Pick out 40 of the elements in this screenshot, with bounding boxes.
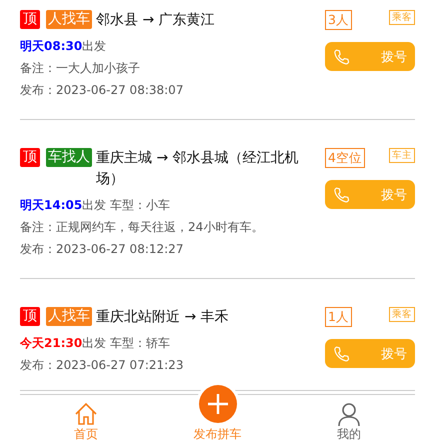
note-text: 备注：一大人加小孩子 — [20, 61, 140, 75]
seats-badge: 3人 — [325, 10, 352, 30]
role-badge: 乘客 — [389, 307, 415, 322]
seats-badge: 4空位 — [325, 148, 365, 168]
nav-tab[interactable]: 首页 — [20, 395, 152, 445]
depart-label: 出发 — [82, 336, 106, 350]
phone-icon — [333, 186, 350, 203]
type-tag: 人找车 — [46, 10, 92, 29]
depart-label: 出发 — [82, 39, 106, 53]
role-badge: 乘客 — [389, 10, 415, 25]
publish-button[interactable]: 发布拼车 — [152, 369, 284, 445]
type-tag: 车找人 — [46, 148, 92, 167]
pinned-badge: 顶 — [20, 10, 40, 29]
user-icon — [338, 402, 360, 426]
role-badge: 车主 — [389, 148, 415, 163]
nav-tab[interactable]: 我的 — [283, 395, 416, 445]
type-tag: 人找车 — [46, 307, 92, 326]
route-text: 重庆北站附近 → 丰禾 — [96, 308, 229, 327]
phone-icon — [333, 345, 350, 362]
departure-time: 明天08:30 — [20, 39, 82, 53]
route-text: 邻水县 → 广东黄江 — [96, 11, 215, 30]
dial-button[interactable]: 拨号 — [325, 339, 415, 368]
add-icon — [198, 385, 236, 423]
dial-button[interactable]: 拨号 — [325, 42, 415, 71]
phone-icon — [333, 48, 350, 65]
pinned-badge: 顶 — [20, 307, 40, 326]
seats-badge: 1人 — [325, 307, 352, 327]
pinned-badge: 顶 — [20, 148, 40, 167]
departure-time: 今天21:30 — [20, 336, 82, 350]
route-text: 重庆主城 → 邻水县城（经江北机场） — [96, 149, 300, 189]
car-type: 车型：小车 — [110, 198, 170, 212]
depart-label: 出发 — [82, 198, 106, 212]
publish-time: 发布：2023-06-27 08:38:07 — [20, 83, 184, 97]
car-type: 车型：轿车 — [110, 336, 170, 350]
home-icon — [74, 402, 98, 426]
note-text: 备注：正规网约车，每天往返，24小时有车。 — [20, 220, 264, 234]
dial-button[interactable]: 拨号 — [325, 180, 415, 209]
publish-time: 发布：2023-06-27 07:21:23 — [20, 358, 184, 372]
publish-time: 发布：2023-06-27 08:12:27 — [20, 242, 184, 256]
departure-time: 明天14:05 — [20, 198, 82, 212]
